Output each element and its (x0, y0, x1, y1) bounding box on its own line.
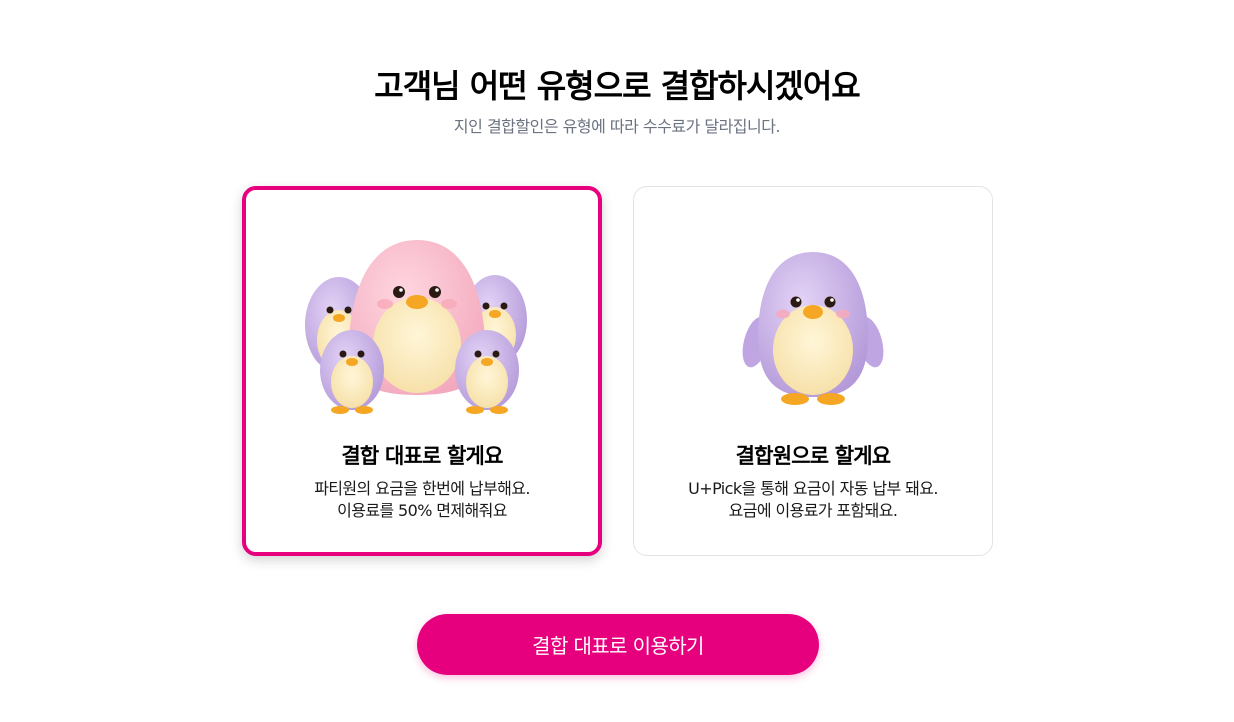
option-title: 결합 대표로 할게요 (341, 444, 503, 468)
option-description-line: 이용료를 50% 면제해줘요 (337, 501, 507, 520)
option-description-line: U+Pick을 통해 요금이 자동 납부 돼요. (688, 479, 938, 498)
option-description-line: 파티원의 요금을 한번에 납부해요. (314, 479, 530, 498)
confirm-button[interactable]: 결합 대표로 이용하기 (417, 614, 819, 675)
option-description-line: 요금에 이용료가 포함돼요. (728, 501, 898, 520)
option-description: 파티원의 요금을 한번에 납부해요. 이용료를 50% 면제해줘요 (246, 478, 598, 522)
penguin-group-icon (246, 230, 598, 420)
page-title: 고객님 어떤 유형으로 결합하시겠어요 (374, 67, 860, 105)
penguin-single-icon (634, 242, 992, 412)
option-card-member[interactable]: 결합원으로 할게요 U+Pick을 통해 요금이 자동 납부 돼요. 요금에 이… (633, 186, 993, 556)
option-title: 결합원으로 할게요 (735, 444, 891, 468)
page-subtitle: 지인 결합할인은 유형에 따라 수수료가 달라집니다. (453, 117, 781, 136)
option-card-representative[interactable]: 결합 대표로 할게요 파티원의 요금을 한번에 납부해요. 이용료를 50% 면… (242, 186, 602, 556)
combine-type-page: 고객님 어떤 유형으로 결합하시겠어요 지인 결합할인은 유형에 따라 수수료가… (0, 0, 1234, 722)
option-description: U+Pick을 통해 요금이 자동 납부 돼요. 요금에 이용료가 포함돼요. (634, 478, 992, 522)
